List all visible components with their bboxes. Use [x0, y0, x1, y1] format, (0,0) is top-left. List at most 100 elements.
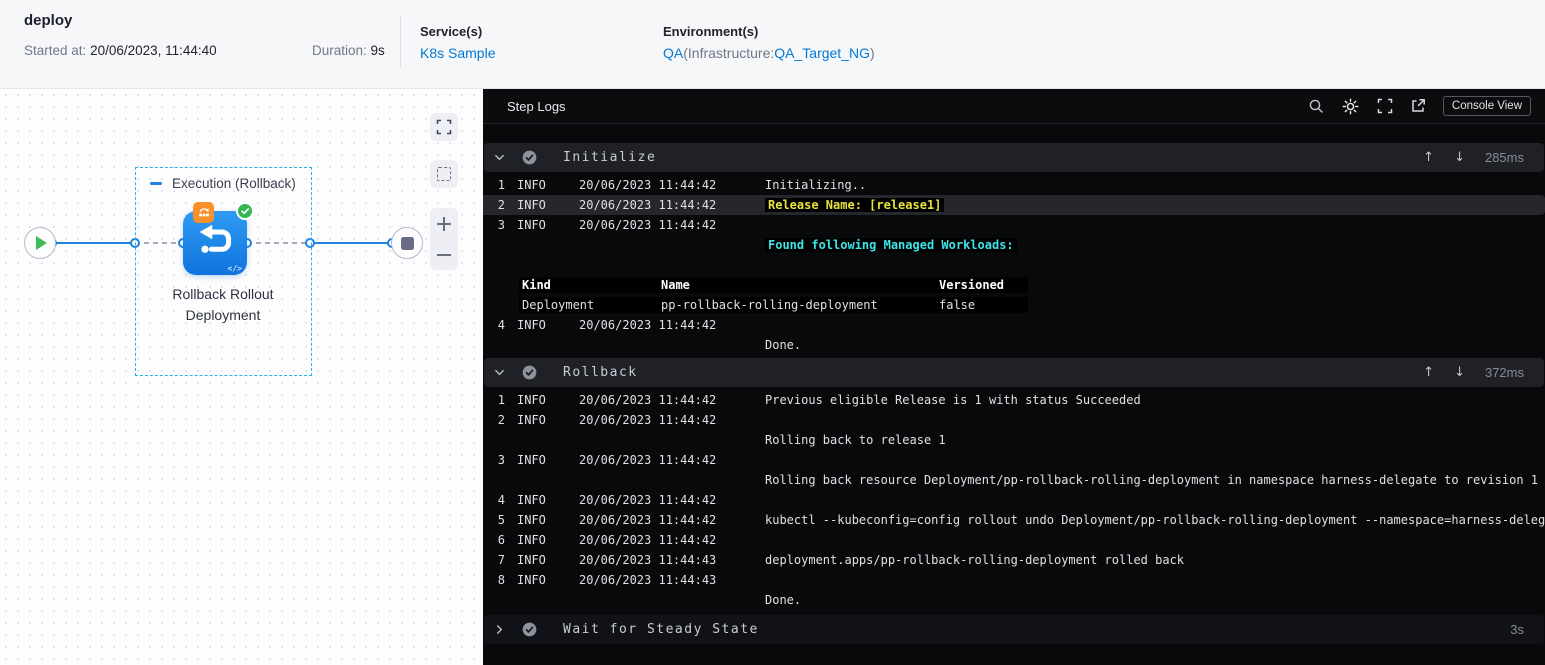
log-section-header-initialize[interactable]: Initialize ↑ ↓ 285ms — [484, 143, 1544, 172]
log-line: 8 INFO 20/06/2023 11:44:43 — [483, 570, 1545, 590]
log-level: INFO — [517, 513, 546, 527]
end-node[interactable] — [391, 227, 423, 259]
log-message: Rolling back to release 1 — [765, 433, 946, 447]
log-message: kubectl --kubeconfig=config rollout undo… — [765, 513, 1545, 527]
log-level: INFO — [517, 393, 546, 407]
chevron-down-icon — [494, 367, 508, 378]
canvas-zoom-controls — [430, 208, 458, 270]
rollback-step-label: Rollback Rollout Deployment — [172, 286, 274, 323]
log-line: Rolling back resource Deployment/pp-roll… — [483, 470, 1545, 490]
scroll-top-icon[interactable]: ↑ — [1423, 365, 1434, 380]
log-line: 5 INFO 20/06/2023 11:44:42 kubectl --kubeco… — [483, 510, 1545, 530]
scroll-top-icon[interactable]: ↑ — [1423, 150, 1434, 165]
log-timestamp: 20/06/2023 11:44:42 — [579, 413, 717, 427]
undo-arrow-icon — [199, 224, 232, 253]
log-timestamp: 20/06/2023 11:44:42 — [579, 493, 717, 507]
log-section-header-wait-for-steady-state[interactable]: Wait for Steady State 3s — [484, 615, 1544, 644]
log-timestamp: 20/06/2023 11:44:42 — [579, 453, 717, 467]
log-level: INFO — [517, 178, 546, 192]
execution-screen: deploy Started at: 20/06/2023, 11:44:40 … — [0, 0, 1545, 665]
log-timestamp: 20/06/2023 11:44:42 — [579, 533, 717, 547]
workload-cell: Deployment — [522, 298, 595, 312]
pipeline-canvas[interactable]: Execution (Rollback) </> Rollback Rollou… — [0, 89, 483, 665]
log-message: Release Name: [release1] — [765, 198, 1545, 212]
canvas-select-button[interactable] — [430, 160, 458, 188]
line-number: 1 — [497, 393, 505, 407]
section-duration: 372ms — [1484, 365, 1524, 380]
scroll-bottom-icon[interactable]: ↓ — [1454, 150, 1465, 165]
canvas-fullscreen-button[interactable] — [430, 113, 458, 141]
log-line: 3 INFO 20/06/2023 11:44:42 — [483, 450, 1545, 470]
line-number: 3 — [497, 218, 505, 232]
log-section-title: Wait for Steady State — [563, 622, 759, 637]
workload-column-header: Versioned — [939, 278, 1005, 292]
section-duration: 285ms — [1484, 150, 1524, 165]
minus-icon — [437, 253, 451, 256]
expand-fullscreen-icon[interactable] — [1377, 98, 1393, 114]
duration-value: 9s — [370, 43, 385, 58]
started-at-value: 20/06/2023, 11:44:40 — [90, 43, 217, 58]
zoom-out-button[interactable] — [430, 241, 458, 269]
log-message: Initializing.. — [765, 178, 867, 192]
line-number: 1 — [497, 178, 505, 192]
log-level: INFO — [517, 318, 546, 332]
log-message: Rolling back resource Deployment/pp-roll… — [765, 473, 1539, 487]
line-number: 5 — [497, 513, 505, 527]
log-message: Found following Managed Workloads: — [765, 238, 1545, 252]
step-logs-actions: Console View — [1308, 96, 1531, 116]
plus-icon — [437, 216, 451, 231]
log-sections: Initialize ↑ ↓ 285ms 1 INFO 20/06/2023 11:44:4… — [483, 124, 1545, 644]
rollout-badge-icon — [193, 202, 214, 223]
log-line: 3 INFO 20/06/2023 11:44:42 — [483, 215, 1545, 235]
start-node[interactable] — [24, 227, 56, 259]
chevron-down-icon — [494, 152, 508, 163]
search-icon[interactable] — [1308, 98, 1324, 114]
log-line: Done. — [483, 590, 1545, 610]
log-level: INFO — [517, 198, 546, 212]
line-number: 3 — [497, 453, 505, 467]
log-line: 6 INFO 20/06/2023 11:44:42 — [483, 530, 1545, 550]
line-number: 2 — [497, 413, 505, 427]
log-section-header-rollback[interactable]: Rollback ↑ ↓ 372ms — [484, 358, 1544, 387]
log-level: INFO — [517, 533, 546, 547]
chevron-right-icon — [494, 624, 508, 635]
log-line: Rolling back to release 1 — [483, 430, 1545, 450]
log-timestamp: 20/06/2023 11:44:43 — [579, 553, 717, 567]
log-line: 7 INFO 20/06/2023 11:44:43 deployment.apps/… — [483, 550, 1545, 570]
code-glyph: </> — [227, 264, 242, 273]
duration: Duration: 9s — [312, 43, 385, 58]
environment-link[interactable]: QA(Infrastructure:QA_Target_NG) — [663, 45, 875, 61]
log-section-title: Rollback — [563, 365, 638, 380]
execution-header: deploy Started at: 20/06/2023, 11:44:40 … — [0, 0, 1545, 89]
log-level: INFO — [517, 218, 546, 232]
workload-column-header: Name — [661, 278, 690, 292]
rollback-step-node[interactable]: </> — [183, 202, 254, 275]
workload-column-header: Kind — [522, 278, 551, 292]
log-level: INFO — [517, 493, 546, 507]
step-success-check-icon — [522, 622, 537, 637]
line-number: 2 — [497, 198, 505, 212]
step-success-check-icon — [522, 150, 537, 165]
step-logs-title: Step Logs — [507, 98, 566, 114]
log-line: Done. — [483, 335, 1545, 355]
workload-cell: false — [939, 298, 976, 312]
line-number: 6 — [497, 533, 505, 547]
edge-start-to-group — [52, 242, 135, 244]
log-message: Previous eligible Release is 1 with stat… — [765, 393, 1141, 407]
log-section-title: Initialize — [563, 150, 657, 165]
log-level: INFO — [517, 573, 546, 587]
console-view-button[interactable]: Console View — [1442, 96, 1531, 116]
scroll-bottom-icon[interactable]: ↓ — [1454, 365, 1465, 380]
fullscreen-icon — [436, 119, 452, 135]
service-link[interactable]: K8s Sample — [420, 45, 495, 61]
log-timestamp: 20/06/2023 11:44:42 — [579, 513, 717, 527]
log-line: 4 INFO 20/06/2023 11:44:42 — [483, 315, 1545, 335]
open-in-new-icon[interactable] — [1410, 98, 1426, 114]
log-line: 2 INFO 20/06/2023 11:44:42 Release Name: [r… — [483, 195, 1545, 215]
settings-gear-icon[interactable] — [1341, 97, 1360, 116]
play-icon — [36, 236, 47, 250]
line-number: 4 — [497, 318, 505, 332]
zoom-in-button[interactable] — [430, 210, 458, 238]
step-logs-panel: Step Logs Console View Initialize ↑ ↓ 28… — [483, 89, 1545, 665]
